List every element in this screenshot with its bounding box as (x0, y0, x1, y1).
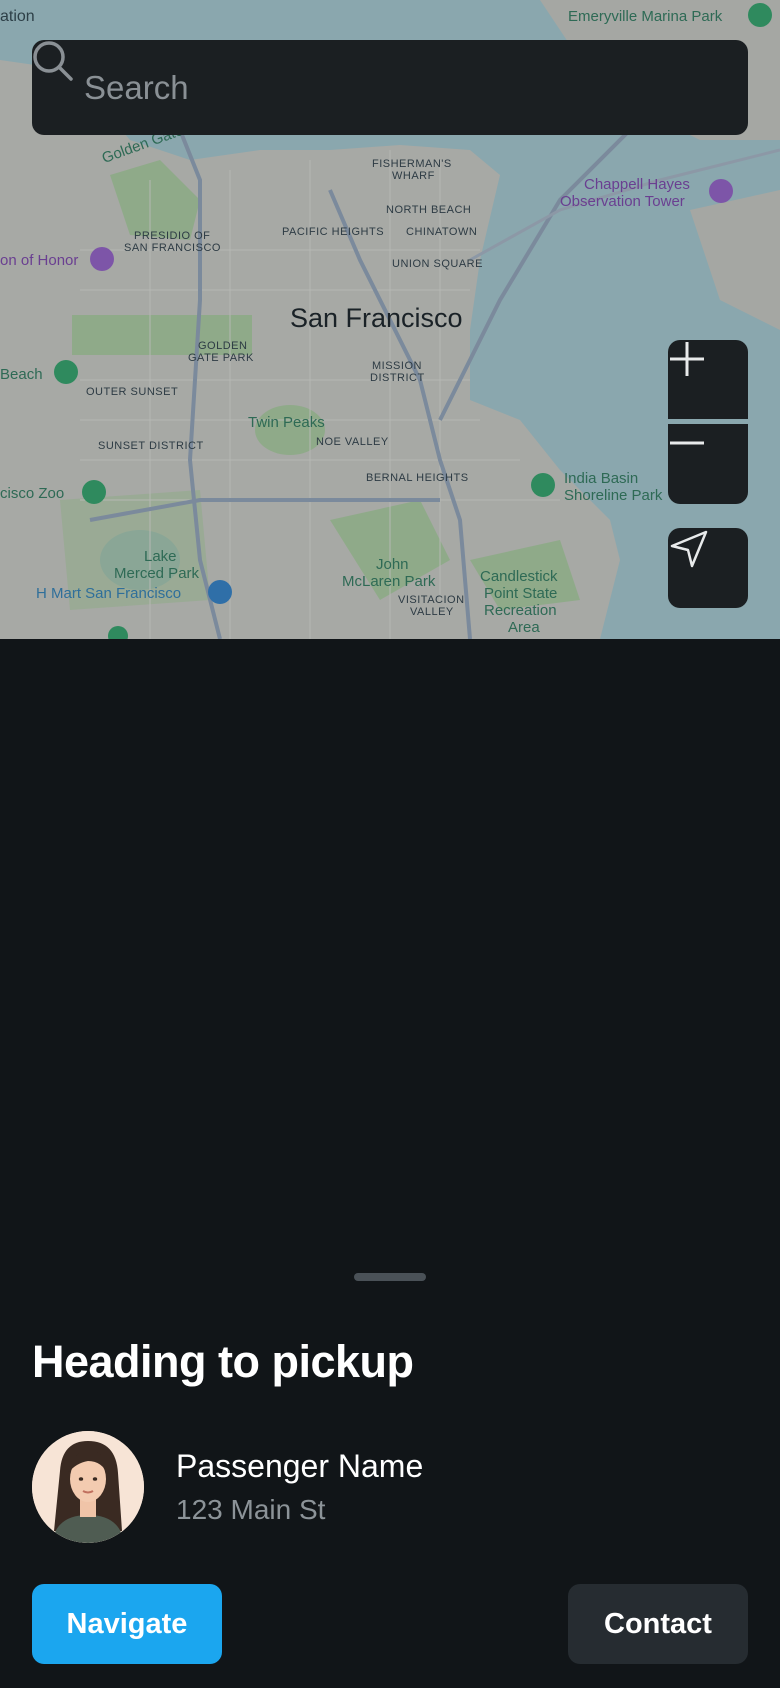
map-view[interactable]: Emeryville Marina Park ation Golden Gate… (0, 0, 780, 639)
passenger-address: 123 Main St (176, 1494, 326, 1525)
map-label-beach: Beach (0, 366, 43, 383)
map-label-fragment: ation (0, 8, 35, 25)
map-label-candlestick-2: Point State (484, 585, 558, 602)
map-label-north-beach: NORTH BEACH (386, 204, 472, 216)
map-label-fishermans: FISHERMAN'S (372, 158, 452, 170)
map-label-twin-peaks: Twin Peaks (248, 414, 325, 431)
map-label-visitacion-1: VISITACION (398, 594, 465, 606)
search-input[interactable] (82, 67, 686, 108)
map-label-sunset-district: SUNSET DISTRICT (98, 440, 204, 452)
map-label-presidio-2: SAN FRANCISCO (124, 242, 221, 254)
search-bar[interactable] (32, 40, 748, 135)
map-label-candlestick-1: Candlestick (480, 568, 558, 585)
map-label-mclaren-1: John (376, 556, 409, 573)
locate-button[interactable] (668, 528, 748, 608)
map-label-outer-sunset: OUTER SUNSET (86, 386, 179, 398)
map-label-ggpark-1: GOLDEN (198, 340, 248, 352)
map-label-candlestick-3: Recreation (484, 602, 557, 619)
map-label-candlestick-4: Area (508, 619, 540, 636)
map-label-legion-honor: on of Honor (0, 252, 79, 269)
map-label-lake-merced-1: Lake (144, 548, 177, 565)
map-label-chappell-2: Observation Tower (560, 193, 685, 210)
sheet-drag-handle[interactable] (354, 1273, 426, 1281)
map-label-presidio-1: PRESIDIO OF (134, 230, 211, 242)
map-label-mission-2: DISTRICT (370, 372, 425, 384)
map-label-india-basin-1: India Basin (564, 470, 639, 487)
zoom-out-button[interactable] (668, 424, 748, 504)
map-label-zoo: cisco Zoo (0, 485, 65, 502)
map-label-hmart: H Mart San Francisco (36, 585, 182, 602)
map-label-chinatown: CHINATOWN (406, 226, 478, 238)
passenger-name: Passenger Name (176, 1448, 424, 1484)
map-label-wharf: WHARF (392, 170, 435, 182)
map-label-chappell-1: Chappell Hayes (584, 176, 690, 193)
map-label-emeryville: Emeryville Marina Park (568, 8, 723, 25)
zoom-in-button[interactable] (668, 340, 748, 419)
map-label-pacific-heights: PACIFIC HEIGHTS (282, 226, 385, 238)
map-city-label: San Francisco (290, 303, 463, 333)
map-label-noe-valley: NOE VALLEY (316, 436, 389, 448)
navigate-button[interactable]: Navigate (32, 1584, 222, 1664)
map-label-mission-1: MISSION (372, 360, 422, 372)
map-label-ggpark-2: GATE PARK (188, 352, 254, 364)
map-label-lake-merced-2: Merced Park (114, 565, 200, 582)
passenger-avatar (32, 1431, 144, 1543)
map-label-bernal-heights: BERNAL HEIGHTS (366, 472, 469, 484)
trip-status-heading: Heading to pickup (32, 1336, 414, 1387)
map-label-india-basin-2: Shoreline Park (564, 487, 663, 504)
map-label-mclaren-2: McLaren Park (342, 573, 436, 590)
map-label-union-square: UNION SQUARE (392, 258, 483, 270)
contact-button[interactable]: Contact (568, 1584, 748, 1664)
map-label-visitacion-2: VALLEY (410, 606, 454, 618)
